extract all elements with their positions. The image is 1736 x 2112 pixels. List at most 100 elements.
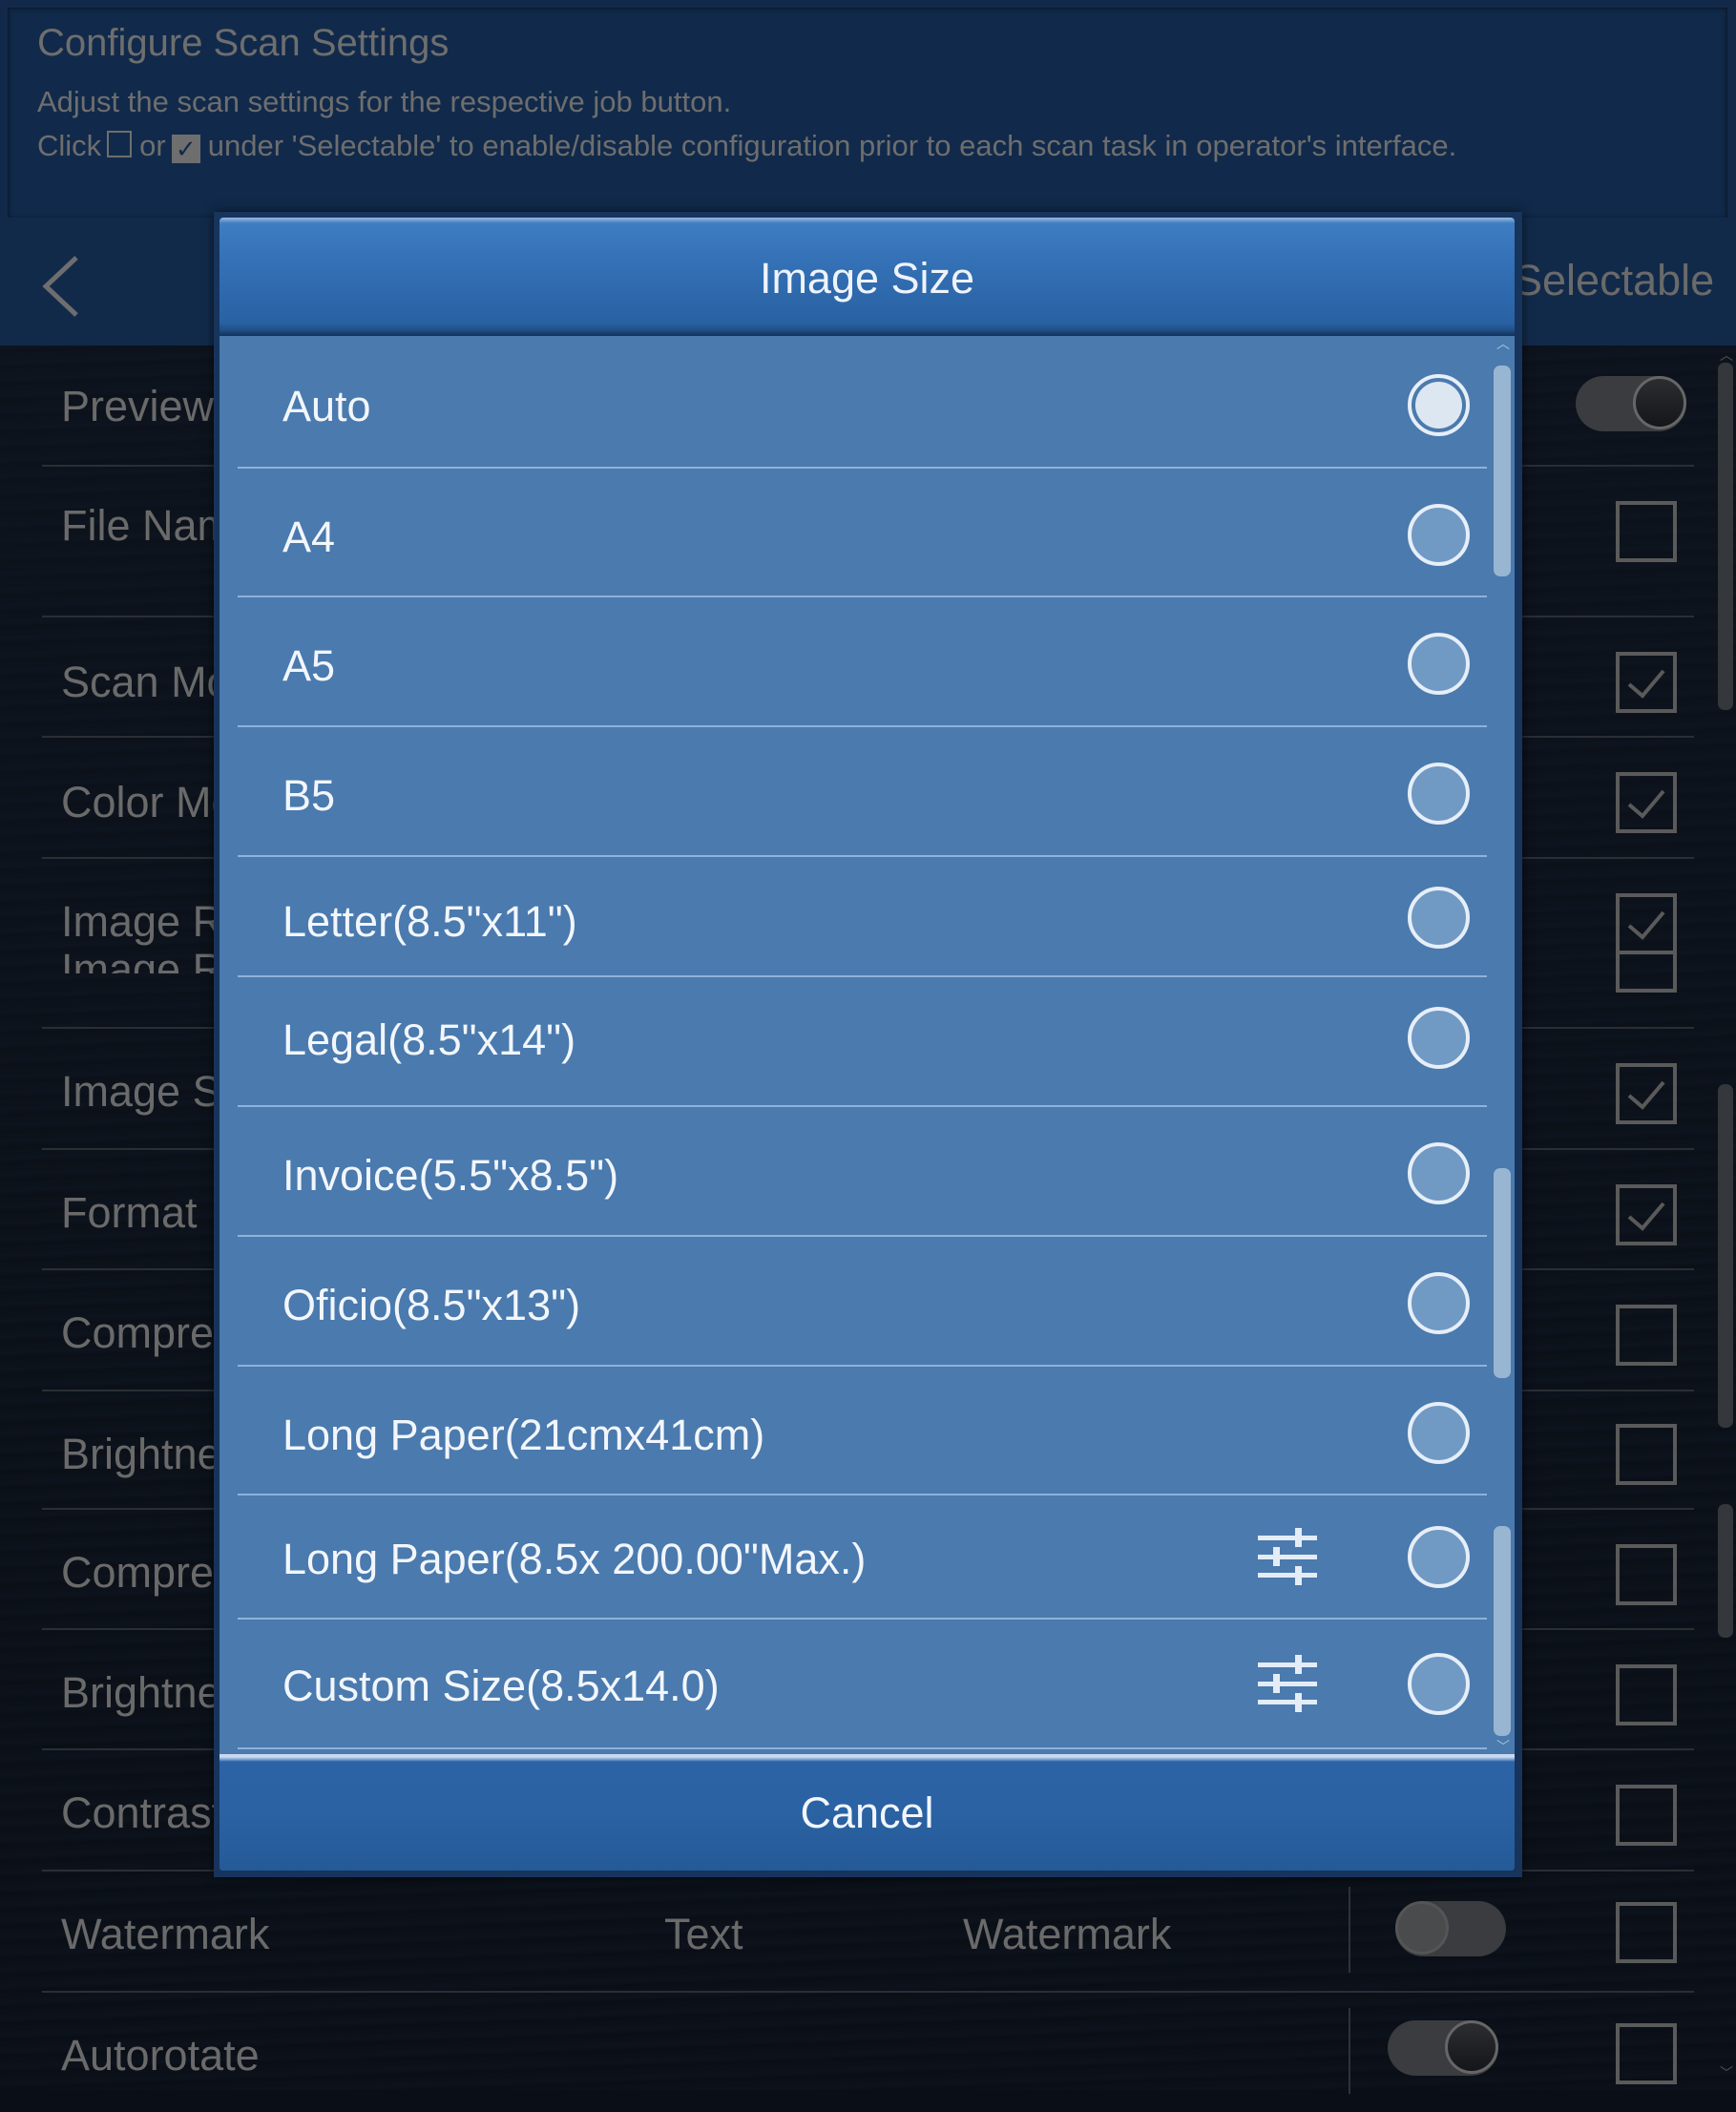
instruction-or-text: or [139,129,166,162]
radio-button-selected[interactable] [1408,374,1470,436]
option-label: A5 [282,641,336,690]
option-legal[interactable]: Legal(8.5"x14") [238,977,1487,1107]
option-label: Custom Size(8.5x14.0) [282,1662,720,1710]
sliders-settings-icon[interactable] [1258,1655,1317,1712]
instruction-suffix-text: under 'Selectable' to enable/disable con… [207,129,1457,162]
check-icon [1627,669,1665,699]
option-a4[interactable]: A4 [238,469,1487,597]
scrollbar-thumb[interactable] [1494,1526,1511,1736]
watermark-toggle[interactable] [1395,1901,1506,1956]
back-button[interactable] [34,250,92,323]
chevron-left-icon [42,256,78,317]
scrollbar-thumb[interactable] [1718,1504,1733,1638]
setting-label: Format [61,1188,198,1237]
selectable-checkbox[interactable] [1616,2023,1677,2084]
cancel-button[interactable]: Cancel [220,1754,1515,1871]
selectable-checkbox[interactable] [1616,772,1677,833]
radio-button[interactable] [1408,504,1470,566]
image-size-dialog: Image Size Auto A4 A5 B5 Letter(8.5"x11"… [220,218,1515,1871]
selectable-checkbox[interactable] [1616,1184,1677,1245]
selectable-checkbox-ghost [1616,954,1677,993]
selectable-checkbox[interactable] [1616,501,1677,562]
check-icon [1627,1202,1665,1231]
autorotate-toggle[interactable] [1388,2020,1498,2076]
scrollbar-thumb[interactable] [1494,1168,1511,1378]
dialog-title: Image Size [759,254,975,303]
option-letter[interactable]: Letter(8.5"x11") [238,857,1487,977]
option-label: B5 [282,771,336,820]
preview-toggle[interactable] [1576,376,1686,431]
sliders-settings-icon[interactable] [1258,1528,1317,1585]
setting-row-watermark: Watermark Text Watermark [42,1872,1694,1993]
image-size-options: Auto A4 A5 B5 Letter(8.5"x11") Legal(8.5… [220,336,1515,1754]
option-custom-size[interactable]: Custom Size(8.5x14.0) [238,1620,1487,1749]
selectable-checkbox[interactable] [1616,1305,1677,1366]
selectable-checkbox[interactable] [1616,652,1677,713]
setting-label: Preview [61,382,215,430]
watermark-text-value[interactable]: Watermark [963,1910,1171,1959]
scroll-up-icon[interactable]: ︿ [1496,334,1510,353]
option-auto[interactable]: Auto [238,336,1487,469]
check-icon [1627,1080,1665,1110]
scrollbar-thumb[interactable] [1718,363,1733,710]
selectable-column-header: Selectable [1514,256,1715,304]
check-icon [1627,789,1665,819]
option-label: Long Paper(21cmx41cm) [282,1411,765,1459]
radio-button[interactable] [1408,1402,1470,1464]
scrollbar-thumb[interactable] [1494,366,1511,576]
radio-button[interactable] [1408,633,1470,695]
selectable-checkbox[interactable] [1616,1063,1677,1124]
setting-row-autorotate: Autorotate [42,1993,1694,2112]
scroll-down-icon[interactable]: ﹀ [1720,2063,1733,2082]
check-icon [1627,910,1665,940]
option-label: Invoice(5.5"x8.5") [282,1151,619,1200]
option-b5[interactable]: B5 [238,727,1487,857]
radio-button[interactable] [1408,1653,1470,1715]
setting-label: Autorotate [61,2031,260,2080]
radio-button[interactable] [1408,1007,1470,1069]
page-scrollbar[interactable]: ︿ ﹀ [1718,347,1733,2086]
cancel-label: Cancel [800,1788,934,1837]
info-description: Adjust the scan settings for the respect… [37,85,732,118]
option-label: Oficio(8.5"x13") [282,1281,581,1329]
unchecked-box-icon [107,131,133,157]
scrollbar-thumb[interactable] [1718,1084,1733,1428]
radio-button[interactable] [1408,1142,1470,1204]
option-long-paper-cm[interactable]: Long Paper(21cmx41cm) [238,1367,1487,1495]
scroll-down-icon[interactable]: ﹀ [1496,1737,1510,1756]
option-oficio[interactable]: Oficio(8.5"x13") [238,1237,1487,1367]
scroll-up-icon[interactable]: ︿ [1720,345,1733,365]
option-invoice[interactable]: Invoice(5.5"x8.5") [238,1107,1487,1237]
checked-box-icon: ✓ [171,135,200,163]
radio-button[interactable] [1408,1272,1470,1334]
selectable-checkbox[interactable] [1616,893,1677,954]
selectable-checkbox[interactable] [1616,1424,1677,1485]
selectable-checkbox[interactable] [1616,1664,1677,1725]
selectable-checkbox[interactable] [1616,1544,1677,1605]
column-divider [1349,1887,1350,1973]
setting-label: Contrast [61,1788,224,1837]
radio-button[interactable] [1408,887,1470,949]
option-label: Long Paper(8.5x 200.00"Max.) [282,1535,867,1583]
divider [238,1747,1487,1749]
toggle-knob [1445,2020,1498,2074]
setting-label: Watermark [61,1910,270,1958]
selectable-checkbox[interactable] [1616,1902,1677,1963]
option-a5[interactable]: A5 [238,597,1487,727]
option-label: Auto [282,382,371,430]
selectable-checkbox[interactable] [1616,1785,1677,1846]
dialog-header: Image Size [220,218,1515,336]
option-label: A4 [282,512,336,561]
radio-button[interactable] [1408,763,1470,825]
toggle-knob [1633,376,1686,429]
watermark-type-value[interactable]: Text [664,1910,743,1959]
page-title: Configure Scan Settings [37,22,450,64]
option-label: Letter(8.5"x11") [282,897,577,946]
toggle-knob [1395,1901,1449,1955]
dialog-scrollbar[interactable]: ︿ ﹀ [1494,336,1511,1754]
info-instruction: Click or ✓ under 'Selectable' to enable/dis… [37,129,1456,163]
option-label: Legal(8.5"x14") [282,1015,576,1064]
radio-button[interactable] [1408,1526,1470,1588]
option-long-paper-max[interactable]: Long Paper(8.5x 200.00"Max.) [238,1495,1487,1620]
info-panel: Configure Scan Settings Adjust the scan … [8,8,1727,220]
